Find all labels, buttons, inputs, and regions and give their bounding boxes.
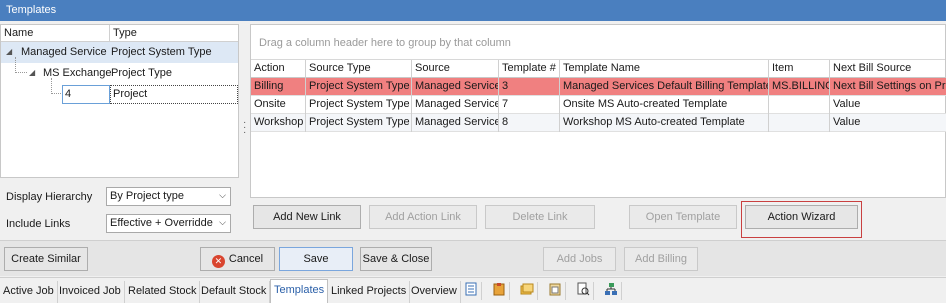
table-row[interactable]: Workshop Project System Type Managed Ser… xyxy=(251,114,946,132)
tree-row-ms-exchange[interactable]: ◢ MS Exchange Project Type xyxy=(1,57,238,84)
column-source-type[interactable]: Source Type xyxy=(306,60,412,78)
panel-splitter[interactable]: · · · xyxy=(243,118,246,140)
cancel-icon: ✕ xyxy=(211,255,225,268)
tree-node-type: Project System Type xyxy=(111,46,212,58)
group-by-area[interactable]: Drag a column header here to group by th… xyxy=(251,25,945,60)
tree-row-managed-service[interactable]: ◢ Managed Service Project System Type xyxy=(1,42,238,63)
add-new-link-button[interactable]: Add New Link xyxy=(253,205,361,229)
delete-link-button[interactable]: Delete Link xyxy=(485,205,595,229)
cell-item: MS.BILLING xyxy=(769,78,830,96)
clipboard-icon[interactable] xyxy=(492,282,510,300)
cell-action: Onsite xyxy=(251,96,306,114)
include-links-select[interactable]: Effective + Overridde ⌵ xyxy=(106,214,231,233)
tab-default-stock[interactable]: Default Stock xyxy=(198,281,271,303)
tree-node-type: Project xyxy=(110,85,238,104)
network-icon[interactable] xyxy=(604,282,622,300)
tree-node-type: Project Type xyxy=(111,67,172,79)
tree-node-name-editor[interactable]: 4 xyxy=(62,85,110,104)
cell-source: Managed Service xyxy=(412,96,499,114)
notes-icon[interactable] xyxy=(464,282,482,300)
tab-templates[interactable]: Templates xyxy=(270,279,329,303)
paste-icon[interactable] xyxy=(548,282,566,300)
table-row[interactable]: Onsite Project System Type Managed Servi… xyxy=(251,96,946,114)
cell-next-bill-source: Value xyxy=(830,114,946,132)
column-item[interactable]: Item xyxy=(769,60,830,78)
tree-header: Name Type xyxy=(1,25,238,42)
column-action[interactable]: Action xyxy=(251,60,306,78)
collapse-arrow-icon[interactable]: ◢ xyxy=(6,47,12,56)
cell-action: Workshop xyxy=(251,114,306,132)
tab-active-job[interactable]: Active Job xyxy=(0,281,58,303)
display-hierarchy-label: Display Hierarchy xyxy=(6,191,93,203)
action-bar: Create Similar ✕ Cancel Save Save & Close… xyxy=(0,240,946,276)
action-wizard-button[interactable]: Action Wizard xyxy=(745,205,858,229)
tree-column-type[interactable]: Type xyxy=(110,25,140,41)
hierarchy-tree[interactable]: Name Type ◢ Managed Service Project Syst… xyxy=(0,24,239,178)
tab-linked-projects[interactable]: Linked Projects xyxy=(328,281,411,303)
add-billing-button[interactable]: Add Billing xyxy=(624,247,698,271)
include-links-value: Effective + Overridde xyxy=(110,217,213,229)
cell-source: Managed Service xyxy=(412,114,499,132)
tree-column-name[interactable]: Name xyxy=(1,25,110,41)
save-button[interactable]: Save xyxy=(279,247,353,271)
column-template-number[interactable]: Template # xyxy=(499,60,560,78)
tree-row-project[interactable]: 4 Project xyxy=(1,78,238,105)
column-next-bill-source[interactable]: Next Bill Source xyxy=(830,60,946,78)
cell-next-bill-source: Next Bill Settings on Pro xyxy=(830,78,946,96)
templates-grid[interactable]: Drag a column header here to group by th… xyxy=(250,24,946,198)
add-action-link-button[interactable]: Add Action Link xyxy=(369,205,477,229)
add-jobs-button[interactable]: Add Jobs xyxy=(543,247,616,271)
column-source[interactable]: Source xyxy=(412,60,499,78)
column-template-name[interactable]: Template Name xyxy=(560,60,769,78)
tree-connector xyxy=(51,78,61,94)
cell-source-type: Project System Type xyxy=(306,96,412,114)
cell-template-name: Onsite MS Auto-created Template xyxy=(560,96,769,114)
collapse-arrow-icon[interactable]: ◢ xyxy=(29,68,35,77)
chevron-down-icon: ⌵ xyxy=(219,190,226,200)
cell-source-type: Project System Type xyxy=(306,114,412,132)
cell-source: Managed Service xyxy=(412,78,499,96)
open-template-button[interactable]: Open Template xyxy=(629,205,737,229)
tree-node-name: Managed Service xyxy=(21,46,107,58)
cell-action: Billing xyxy=(251,78,306,96)
cell-template-number: 7 xyxy=(499,96,560,114)
cancel-button[interactable]: ✕ Cancel xyxy=(200,247,275,271)
include-links-label: Include Links xyxy=(6,218,71,230)
tab-invoiced-job[interactable]: Invoiced Job xyxy=(56,281,125,303)
search-document-icon[interactable] xyxy=(576,282,594,300)
save-close-button[interactable]: Save & Close xyxy=(360,247,432,271)
create-similar-button[interactable]: Create Similar xyxy=(4,247,88,271)
cell-source-type: Project System Type xyxy=(306,78,412,96)
cancel-label: Cancel xyxy=(228,253,264,265)
chevron-down-icon: ⌵ xyxy=(219,217,226,227)
folders-icon[interactable] xyxy=(520,282,538,300)
cell-template-name: Workshop MS Auto-created Template xyxy=(560,114,769,132)
cell-item xyxy=(769,114,830,132)
tab-strip: Active Job Invoiced Job Related Stock De… xyxy=(0,277,946,303)
cell-template-number: 8 xyxy=(499,114,560,132)
table-row[interactable]: Billing Project System Type Managed Serv… xyxy=(251,78,946,96)
cell-next-bill-source: Value xyxy=(830,96,946,114)
window-title: Templates xyxy=(0,0,946,21)
cell-template-number: 3 xyxy=(499,78,560,96)
cell-item xyxy=(769,96,830,114)
cell-template-name: Managed Services Default Billing Templat… xyxy=(560,78,769,96)
tab-related-stock[interactable]: Related Stock xyxy=(125,281,201,303)
tree-connector xyxy=(15,57,27,73)
display-hierarchy-value: By Project type xyxy=(110,190,184,202)
display-hierarchy-select[interactable]: By Project type ⌵ xyxy=(106,187,231,206)
grid-header: Action Source Type Source Template # Tem… xyxy=(251,60,946,78)
tab-overview[interactable]: Overview xyxy=(408,281,461,303)
